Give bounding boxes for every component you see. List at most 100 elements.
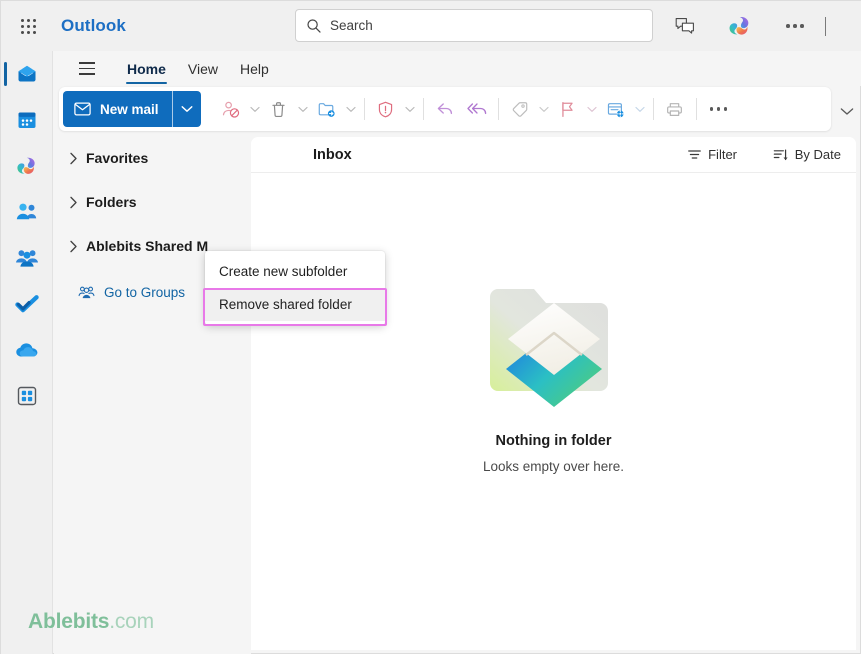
folder-title: Inbox [313, 146, 352, 163]
search-icon [307, 18, 321, 33]
new-mail-button[interactable]: New mail [63, 91, 201, 127]
brand-title: Outlook [61, 16, 126, 35]
copilot-icon[interactable] [724, 10, 756, 42]
chevron-right-icon[interactable] [60, 231, 86, 261]
reply-icon [429, 92, 461, 126]
toolbar-separator-2 [422, 98, 424, 120]
go-to-groups-label: Go to Groups [104, 284, 186, 300]
toolbar-reply-all[interactable] [461, 92, 493, 126]
new-mail-main[interactable]: New mail [63, 91, 172, 127]
rail-item-todo[interactable] [1, 281, 53, 327]
chat-bubbles-glyph [675, 18, 694, 34]
outlook-window: Outlook Search Home View Help New mail F… [0, 0, 861, 654]
sort-button[interactable]: By Date [766, 141, 848, 169]
header-divider [825, 17, 826, 36]
sort-label: By Date [794, 147, 841, 162]
rail-item-copilot[interactable] [1, 143, 53, 189]
watermark: Ablebits.com [28, 610, 154, 634]
empty-state-subtitle: Looks empty over here. [482, 459, 625, 474]
empty-state-title: Nothing in folder [495, 433, 612, 449]
flag-caret-icon[interactable] [584, 92, 600, 126]
toolbar-block-sender[interactable] [215, 92, 263, 126]
copilot-glyph [729, 16, 749, 35]
folder-context-menu: Create new subfolder Remove shared folde… [205, 251, 385, 325]
rail-item-onedrive[interactable] [1, 327, 53, 373]
toolbar-separator-5 [695, 98, 697, 120]
message-list-header: Inbox Filter By Date [251, 137, 856, 173]
ribbon-collapse-icon[interactable] [837, 101, 857, 121]
message-list-pane: Inbox Filter By Date Nothing in folder L… [251, 137, 856, 650]
toolbar-rules[interactable] [600, 92, 648, 126]
toolbar-separator-4 [652, 98, 654, 120]
filter-button[interactable]: Filter [680, 141, 744, 169]
tab-home[interactable]: Home [116, 51, 177, 86]
top-header: Outlook Search [1, 1, 861, 51]
tab-view[interactable]: View [177, 51, 229, 86]
ribbon-tab-bar: Home View Help [54, 51, 861, 86]
rules-icon [600, 92, 632, 126]
header-more-icon[interactable] [779, 10, 811, 42]
mail-icon [18, 65, 36, 82]
left-rail [1, 51, 53, 654]
toolbar-tag[interactable] [504, 92, 552, 126]
toolbar-reply[interactable] [429, 92, 461, 126]
rules-caret-icon[interactable] [632, 92, 648, 126]
flag-icon [552, 92, 584, 126]
block-sender-caret-icon[interactable] [247, 92, 263, 126]
sort-icon [773, 148, 788, 160]
watermark-bold: Ablebits [28, 610, 110, 633]
filter-label: Filter [708, 147, 737, 162]
ribbon-menu-toggle-icon[interactable] [70, 55, 104, 83]
delete-caret-icon[interactable] [295, 92, 311, 126]
toolbar-flag[interactable] [552, 92, 600, 126]
rail-item-people[interactable] [1, 189, 53, 235]
report-shield-icon [370, 92, 402, 126]
watermark-light: .com [109, 610, 154, 633]
folder-node-label: Folders [86, 194, 137, 210]
folder-node-label: Ablebits Shared M [86, 238, 209, 254]
ellipsis-glyph [786, 24, 804, 28]
folder-node-favorites[interactable]: Favorites [60, 143, 245, 173]
search-placeholder: Search [330, 18, 373, 33]
rail-item-mail[interactable] [1, 51, 53, 97]
toolbar-move-to[interactable] [311, 92, 359, 126]
new-mail-divider [171, 91, 173, 127]
folder-pane: Favorites Folders Ablebits Shared M Go t… [54, 137, 251, 654]
groups-icon [16, 250, 38, 267]
tag-icon [504, 92, 536, 126]
envelope-icon [74, 102, 91, 116]
chevron-down-collapse-glyph [840, 107, 854, 115]
toolbar-more-icon[interactable] [702, 92, 736, 126]
move-to-caret-icon[interactable] [343, 92, 359, 126]
tab-help[interactable]: Help [229, 51, 280, 86]
empty-folder-illustration [489, 289, 608, 407]
report-caret-icon[interactable] [402, 92, 418, 126]
new-mail-caret-icon[interactable] [173, 91, 201, 127]
print-icon [659, 92, 691, 126]
toolbar-separator [363, 98, 365, 120]
block-sender-icon [215, 92, 247, 126]
reply-all-icon [461, 92, 493, 126]
toolbar-ellipsis-glyph [709, 107, 728, 111]
apps-grid-icon [17, 386, 37, 406]
app-launcher-icon[interactable] [8, 6, 48, 46]
toolbar-report[interactable] [370, 92, 418, 126]
tag-caret-icon[interactable] [536, 92, 552, 126]
context-menu-item-remove-shared-folder[interactable]: Remove shared folder [205, 288, 385, 321]
teams-chat-icon[interactable] [669, 10, 701, 42]
toolbar-delete[interactable] [263, 92, 311, 126]
people-icon [16, 203, 37, 220]
folder-node-folders[interactable]: Folders [60, 187, 245, 217]
context-menu-item-create-subfolder[interactable]: Create new subfolder [205, 255, 385, 288]
rail-item-calendar[interactable] [1, 97, 53, 143]
folder-node-label: Favorites [86, 150, 149, 166]
chevron-right-icon[interactable] [60, 143, 86, 173]
toolbar-print[interactable] [659, 92, 691, 126]
onedrive-cloud-icon [16, 343, 38, 357]
chevron-right-icon[interactable] [60, 187, 86, 217]
search-input[interactable]: Search [295, 9, 653, 42]
move-to-folder-icon [311, 92, 343, 126]
rail-item-groups[interactable] [1, 235, 53, 281]
rail-item-apps[interactable] [1, 373, 53, 419]
filter-icon [688, 150, 701, 159]
